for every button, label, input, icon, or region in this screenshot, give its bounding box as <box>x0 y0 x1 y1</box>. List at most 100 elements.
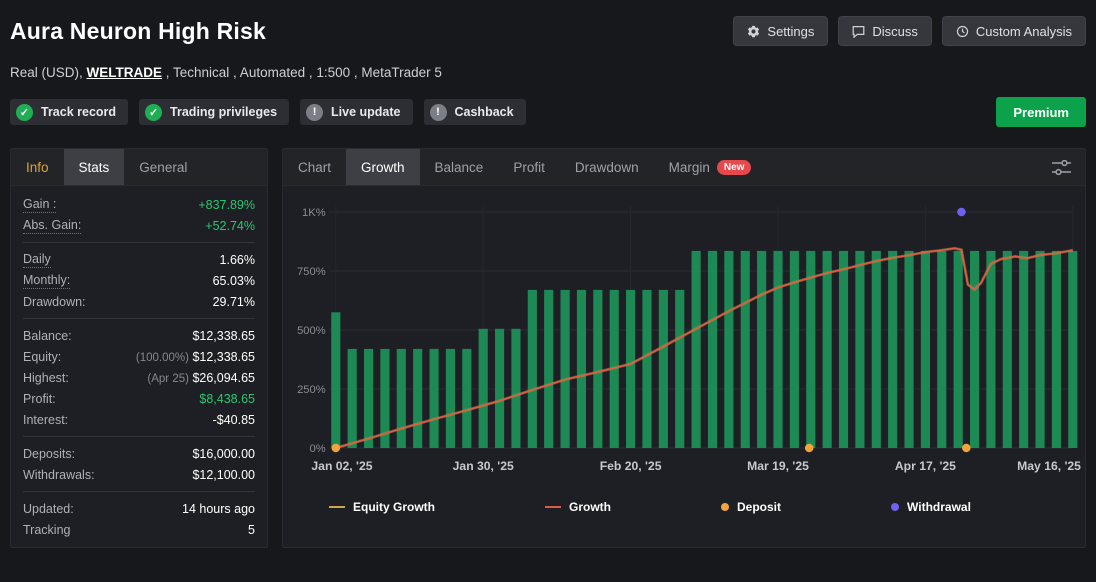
growth-bar[interactable] <box>806 251 815 448</box>
legend-deposit[interactable]: Deposit <box>721 500 781 514</box>
tab-chart[interactable]: Chart <box>283 149 346 185</box>
badge-trading-privileges[interactable]: ✓Trading privileges <box>139 99 289 125</box>
growth-bar[interactable] <box>495 329 504 448</box>
growth-bar[interactable] <box>773 251 782 448</box>
growth-chart[interactable]: 0%250%500%750%1K%Jan 02, '25Jan 30, '25F… <box>283 186 1085 486</box>
badge-live-update[interactable]: !Live update <box>300 99 412 125</box>
growth-bar[interactable] <box>724 251 733 448</box>
custom-analysis-button[interactable]: Custom Analysis <box>942 16 1086 46</box>
growth-bar[interactable] <box>413 349 422 448</box>
tab-balance[interactable]: Balance <box>420 149 499 185</box>
stats-panel: InfoStatsGeneral Gain : +837.89% Abs. Gain… <box>10 148 268 548</box>
growth-bar[interactable] <box>462 349 471 448</box>
chart-legend: Equity Growth Growth Deposit Withdrawal <box>283 492 1085 522</box>
growth-bar[interactable] <box>446 349 455 448</box>
growth-bar[interactable] <box>855 251 864 448</box>
stat-value: 14 hours ago <box>182 502 255 516</box>
stat-label-gain[interactable]: Gain : <box>23 197 56 213</box>
growth-bar[interactable] <box>1035 251 1044 448</box>
growth-bar[interactable] <box>429 349 438 448</box>
tab-growth[interactable]: Growth <box>346 149 420 185</box>
growth-bar[interactable] <box>872 251 881 448</box>
growth-bar[interactable] <box>986 251 995 448</box>
growth-bar[interactable] <box>577 290 586 448</box>
chart-panel-tabs: ChartGrowthBalanceProfitDrawdownMarginNe… <box>283 149 1085 186</box>
growth-bar[interactable] <box>544 290 553 448</box>
stat-value: +837.89% <box>198 198 255 212</box>
growth-bar[interactable] <box>692 251 701 448</box>
stat-value: 29.71% <box>213 295 255 309</box>
growth-bar[interactable] <box>1068 251 1077 448</box>
growth-bar[interactable] <box>642 290 651 448</box>
legend-label: Equity Growth <box>353 500 435 514</box>
tab-profit[interactable]: Profit <box>498 149 560 185</box>
tab-general[interactable]: General <box>124 149 202 185</box>
stat-row: Daily1.66% <box>23 249 255 270</box>
growth-bar[interactable] <box>1052 251 1061 448</box>
growth-bar[interactable] <box>741 251 750 448</box>
growth-bar[interactable] <box>839 251 848 448</box>
legend-label: Deposit <box>737 500 781 514</box>
growth-bar[interactable] <box>626 290 635 448</box>
growth-bar[interactable] <box>888 251 897 448</box>
badge-label: Track record <box>41 105 116 119</box>
legend-withdrawal[interactable]: Withdrawal <box>891 500 971 514</box>
premium-button[interactable]: Premium <box>996 97 1086 127</box>
badge-track-record[interactable]: ✓Track record <box>10 99 128 125</box>
stat-label-abs-gain[interactable]: Abs. Gain: <box>23 218 81 234</box>
stat-row: Highest:(Apr 25) $26,094.65 <box>23 367 255 388</box>
deposit-marker[interactable] <box>332 444 341 452</box>
settings-button[interactable]: Settings <box>733 16 828 46</box>
x-tick-label: Jan 30, '25 <box>453 459 514 473</box>
deposit-marker[interactable] <box>962 444 971 452</box>
growth-bar[interactable] <box>904 251 913 448</box>
tab-info[interactable]: Info <box>11 149 64 185</box>
stat-label-daily[interactable]: Daily <box>23 252 51 268</box>
broker-link[interactable]: WELTRADE <box>87 65 163 80</box>
legend-growth[interactable]: Growth <box>545 500 611 514</box>
y-tick-label: 0% <box>310 443 326 455</box>
withdrawal-marker[interactable] <box>957 208 966 216</box>
stat-value: $8,438.65 <box>199 392 255 406</box>
growth-bar[interactable] <box>708 251 717 448</box>
growth-bar[interactable] <box>659 290 668 448</box>
growth-bar[interactable] <box>970 251 979 448</box>
growth-bar[interactable] <box>921 251 930 448</box>
growth-bar[interactable] <box>1003 251 1012 448</box>
growth-bar[interactable] <box>348 349 357 448</box>
stat-value: (100.00%) $12,338.65 <box>136 350 255 364</box>
stat-label-monthly[interactable]: Monthly: <box>23 273 70 289</box>
growth-bar[interactable] <box>331 312 340 448</box>
growth-bar[interactable] <box>364 349 373 448</box>
growth-bar[interactable] <box>397 349 406 448</box>
page-title: Aura Neuron High Risk <box>10 18 266 45</box>
growth-bar[interactable] <box>757 251 766 448</box>
growth-bar[interactable] <box>937 251 946 448</box>
growth-bar[interactable] <box>561 290 570 448</box>
growth-bar[interactable] <box>511 329 520 448</box>
stat-label-equity: Equity: <box>23 350 61 364</box>
deposit-marker[interactable] <box>805 444 814 452</box>
stat-label-tracking: Tracking <box>23 523 70 537</box>
growth-bar[interactable] <box>823 251 832 448</box>
chart-options-icon[interactable] <box>1038 149 1085 185</box>
tab-margin[interactable]: MarginNew <box>654 149 767 185</box>
badge-cashback[interactable]: !Cashback <box>424 99 526 125</box>
growth-bar[interactable] <box>1019 251 1028 448</box>
tab-stats[interactable]: Stats <box>64 149 125 185</box>
growth-bar[interactable] <box>593 290 602 448</box>
legend-equity-growth[interactable]: Equity Growth <box>329 500 435 514</box>
growth-bar[interactable] <box>954 251 963 448</box>
stat-label-updated: Updated: <box>23 502 74 516</box>
growth-bar[interactable] <box>479 329 488 448</box>
tab-drawdown[interactable]: Drawdown <box>560 149 654 185</box>
stat-row: Monthly:65.03% <box>23 270 255 291</box>
discuss-button[interactable]: Discuss <box>838 16 932 46</box>
x-tick-label: May 16, '25 <box>1017 459 1081 473</box>
stat-value: 5 <box>248 523 255 537</box>
growth-bar[interactable] <box>675 290 684 448</box>
growth-bar[interactable] <box>528 290 537 448</box>
withdrawal-marker-icon <box>891 503 899 511</box>
stat-value: $16,000.00 <box>192 447 255 461</box>
x-tick-label: Mar 19, '25 <box>747 459 809 473</box>
